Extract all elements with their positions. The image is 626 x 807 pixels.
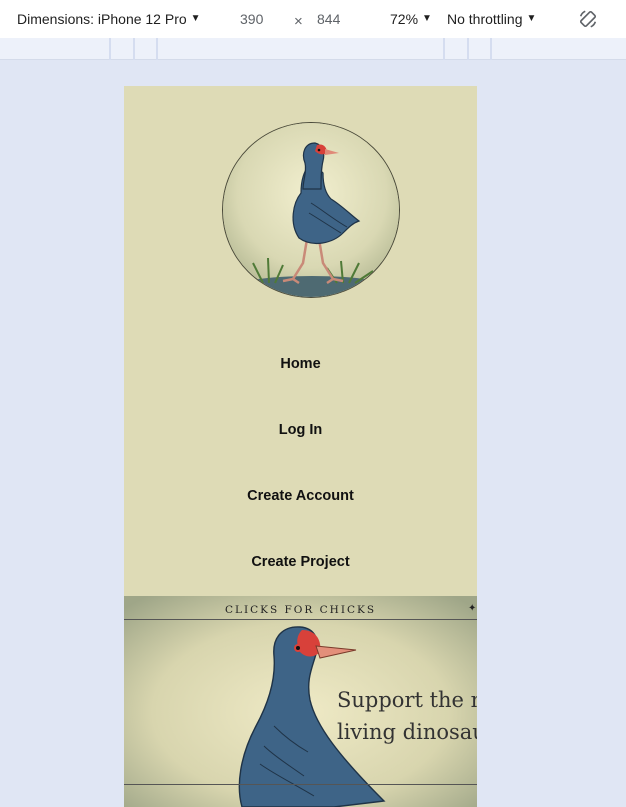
nav-login-link[interactable]: Log In [124, 412, 477, 478]
caret-down-icon: ▼ [190, 13, 201, 24]
zoom-label: 72% [390, 11, 419, 27]
dimensions-label: Dimensions: iPhone 12 Pro [17, 11, 187, 27]
hero-divider [124, 619, 477, 620]
ruler-tick [490, 38, 492, 60]
nav-home-link[interactable]: Home [124, 346, 477, 412]
logo[interactable] [222, 122, 400, 298]
sparkle-icon: ✦ [468, 603, 477, 614]
media-query-ruler [0, 38, 626, 60]
width-input[interactable]: 390 [240, 11, 263, 27]
hero-banner: CLICKS FOR CHICKS ✦ Support the nov livi… [124, 596, 477, 807]
ruler-tick [109, 38, 111, 60]
hero-tagline-line2: living dinosaur [337, 720, 477, 744]
ruler-tick [156, 38, 158, 60]
device-toolbar: Dimensions: iPhone 12 Pro ▼ 390 × 844 72… [0, 0, 626, 38]
device-viewport: Home Log In Create Account Create Projec… [124, 86, 477, 807]
caret-down-icon: ▼ [422, 13, 432, 24]
ruler-tick [133, 38, 135, 60]
hero-divider [124, 784, 477, 785]
throttling-dropdown[interactable]: No throttling ▼ [447, 11, 536, 27]
rotate-icon[interactable] [577, 8, 599, 30]
caret-down-icon: ▼ [526, 13, 537, 24]
height-input[interactable]: 844 [317, 11, 340, 27]
ruler-tick [443, 38, 445, 60]
throttling-label: No throttling [447, 11, 523, 27]
bird-logo-image [223, 123, 399, 297]
nav-create-account-link[interactable]: Create Account [124, 478, 477, 544]
zoom-dropdown[interactable]: 72% ▼ [390, 11, 432, 27]
hero-tagline: Support the nov living dinosaur [337, 684, 477, 748]
times-icon: × [294, 13, 303, 30]
ruler-tick [467, 38, 469, 60]
dimensions-dropdown[interactable]: Dimensions: iPhone 12 Pro ▼ [17, 11, 201, 27]
main-nav: Home Log In Create Account Create Projec… [124, 346, 477, 610]
hero-tagline-line1: Support the nov [337, 688, 477, 712]
hero-title: CLICKS FOR CHICKS [224, 604, 377, 616]
